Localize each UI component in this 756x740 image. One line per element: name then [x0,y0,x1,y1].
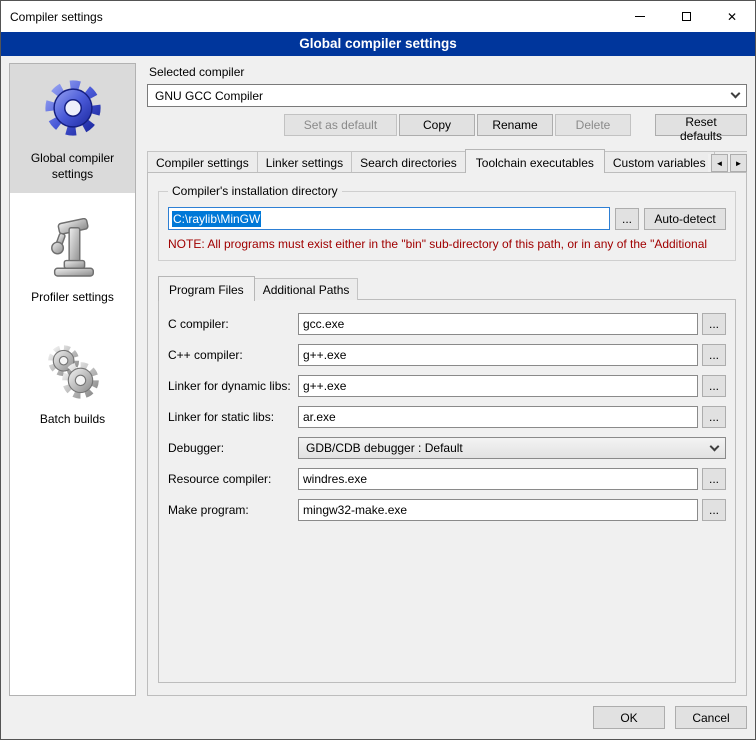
debugger-combobox[interactable]: GDB/CDB debugger : Default [298,437,726,459]
cpp-compiler-input[interactable] [298,344,698,366]
tab-linker-settings[interactable]: Linker settings [257,151,352,173]
blue-gear-icon [42,128,104,142]
installation-directory-groupbox: Compiler's installation directory C:\ray… [158,191,736,261]
tab-toolchain-executables[interactable]: Toolchain executables [465,149,605,173]
selected-compiler-label: Selected compiler [149,65,747,79]
window-controls: ✕ [617,1,755,32]
field-label: Linker for static libs: [168,410,298,424]
compiler-settings-window: Compiler settings ✕ Global compiler sett… [0,0,756,740]
tab-program-files[interactable]: Program Files [158,276,255,301]
minimize-icon [635,16,645,17]
browse-directory-button[interactable]: ... [615,208,639,230]
tab-additional-paths[interactable]: Additional Paths [254,278,359,300]
content-area: Selected compiler GNU GCC Compiler Set a… [147,63,747,696]
tab-scroll-right-button[interactable]: ► [730,154,747,172]
browse-dynamic-linker-button[interactable]: ... [702,375,726,397]
c-compiler-input[interactable] [298,313,698,335]
field-row-dynamic-linker: Linker for dynamic libs: ... [168,375,726,397]
auto-detect-button[interactable]: Auto-detect [644,208,726,230]
sidebar-item-label: Batch builds [13,412,132,428]
cancel-button[interactable]: Cancel [675,706,747,729]
settings-tabstrip: Compiler settings Linker settings Search… [147,149,747,173]
dynamic-linker-input[interactable] [298,375,698,397]
selected-compiler-value: GNU GCC Compiler [155,89,263,103]
field-label: Resource compiler: [168,472,298,486]
minimize-button[interactable] [617,1,663,32]
dialog-body: Global compiler settings [1,56,755,739]
field-label: C++ compiler: [168,348,298,362]
browse-make-program-button[interactable]: ... [702,499,726,521]
field-row-static-linker: Linker for static libs: ... [168,406,726,428]
tab-custom-variables[interactable]: Custom variables [604,151,715,173]
installation-directory-title: Compiler's installation directory [168,184,342,198]
rename-button[interactable]: Rename [477,114,553,136]
browse-cpp-compiler-button[interactable]: ... [702,344,726,366]
set-as-default-button[interactable]: Set as default [284,114,397,136]
close-icon: ✕ [727,11,737,23]
maximize-icon [682,12,691,21]
chevron-down-icon [710,441,720,451]
profiler-tool-icon [45,267,101,281]
installation-directory-input[interactable]: C:\raylib\MinGW [168,207,610,230]
field-row-resource-compiler: Resource compiler: ... [168,468,726,490]
settings-category-sidebar: Global compiler settings [9,63,136,696]
tab-search-directories[interactable]: Search directories [351,151,466,173]
field-row-make-program: Make program: ... [168,499,726,521]
selected-compiler-combobox[interactable]: GNU GCC Compiler [147,84,747,107]
make-program-input[interactable] [298,499,698,521]
compiler-button-row: Set as default Copy Rename Delete Reset … [147,114,747,136]
gray-gears-icon [43,389,103,403]
sidebar-item-global-compiler-settings[interactable]: Global compiler settings [10,64,135,193]
field-label: C compiler: [168,317,298,331]
close-button[interactable]: ✕ [709,1,755,32]
tab-scroll-arrows: ◄ ► [708,154,747,172]
field-row-cpp-compiler: C++ compiler: ... [168,344,726,366]
titlebar: Compiler settings ✕ [1,1,755,32]
toolchain-executables-panel: Compiler's installation directory C:\ray… [147,172,747,696]
installation-directory-value: C:\raylib\MinGW [172,211,261,227]
reset-defaults-button[interactable]: Reset defaults [655,114,747,136]
dialog-footer: OK Cancel [9,696,747,739]
ok-button[interactable]: OK [593,706,665,729]
maximize-button[interactable] [663,1,709,32]
tab-scroll-left-button[interactable]: ◄ [711,154,728,172]
field-label: Debugger: [168,441,298,455]
debugger-value: GDB/CDB debugger : Default [306,441,463,455]
window-title: Compiler settings [1,10,103,24]
sidebar-item-label: Profiler settings [13,290,132,306]
static-linker-input[interactable] [298,406,698,428]
delete-button[interactable]: Delete [555,114,631,136]
resource-compiler-input[interactable] [298,468,698,490]
browse-static-linker-button[interactable]: ... [702,406,726,428]
field-row-c-compiler: C compiler: ... [168,313,726,335]
main-row: Global compiler settings [9,63,747,696]
browse-c-compiler-button[interactable]: ... [702,313,726,335]
dialog-header: Global compiler settings [1,32,755,56]
field-label: Make program: [168,503,298,517]
chevron-down-icon [731,89,741,99]
program-files-tabstrip: Program Files Additional Paths [158,276,736,300]
sidebar-item-batch-builds[interactable]: Batch builds [10,329,135,439]
tab-compiler-settings[interactable]: Compiler settings [147,151,258,173]
bin-subdirectory-note: NOTE: All programs must exist either in … [168,237,726,251]
field-label: Linker for dynamic libs: [168,379,298,393]
installation-directory-row: C:\raylib\MinGW ... Auto-detect [168,207,726,230]
program-files-panel: C compiler: ... C++ compiler: ... Linker… [158,299,736,683]
copy-button[interactable]: Copy [399,114,475,136]
field-row-debugger: Debugger: GDB/CDB debugger : Default [168,437,726,459]
sidebar-item-profiler-settings[interactable]: Profiler settings [10,205,135,317]
sidebar-item-label: Global compiler settings [13,151,132,182]
browse-resource-compiler-button[interactable]: ... [702,468,726,490]
